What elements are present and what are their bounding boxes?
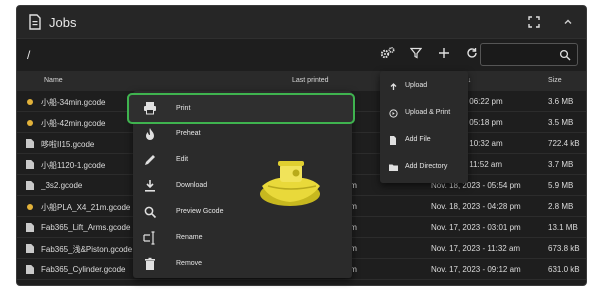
filter-icon[interactable] <box>408 45 424 61</box>
file-name: 小船-42min.gcode <box>41 119 106 128</box>
search-icon <box>559 48 571 66</box>
add-menu-label: Upload & Print <box>405 109 451 116</box>
size-cell: 722.4 kB <box>548 139 580 148</box>
trash-icon <box>143 257 157 271</box>
file-icon <box>26 244 34 253</box>
context-menu-label: Print <box>176 105 191 112</box>
size-cell: 5.9 MB <box>548 181 574 190</box>
search-icon <box>143 205 157 219</box>
add-folder-icon <box>389 163 398 172</box>
table-row[interactable]: 旧时猛大.gcode7:24 pmNov. 15, 2023 - 09:06 a… <box>17 280 586 285</box>
gcode-thumbnail-preview <box>260 161 320 206</box>
add-menu-label: Add Directory <box>405 163 448 170</box>
jobs-toolbar: / <box>17 39 586 71</box>
context-menu-label: Remove <box>176 260 203 267</box>
context-menu-label: Preview Gcode <box>176 208 224 215</box>
context-menu-label: Download <box>176 182 208 189</box>
rename-icon <box>143 231 157 245</box>
file-name: 哆啦II15.gcode <box>41 140 95 149</box>
search-input[interactable] <box>480 43 578 66</box>
file-name: Fab365_Cylinder.gcode <box>41 265 126 274</box>
column-header-name[interactable]: Name <box>44 77 63 84</box>
last-modified-cell: Nov. 17, 2023 - 09:12 am <box>431 265 521 274</box>
file-name: Fab365_Lift_Arms.gcode <box>41 223 131 232</box>
context-menu-item-print[interactable]: Print <box>127 93 355 124</box>
column-header-last-printed[interactable]: Last printed <box>292 77 329 84</box>
file-icon <box>26 160 34 169</box>
add-menu-label: Add File <box>405 136 431 143</box>
add-icon[interactable] <box>436 45 452 61</box>
file-name: 小船-34min.gcode <box>41 98 106 107</box>
context-menu-item-preheat[interactable]: Preheat <box>133 121 352 147</box>
settings-gears-icon[interactable] <box>380 45 396 61</box>
table-header: Name Last printed ified ↓ Size <box>17 71 586 91</box>
context-menu-label: Rename <box>176 234 203 241</box>
download-icon <box>143 179 157 193</box>
add-menu-item-upload-print[interactable]: Upload & Print <box>380 100 468 126</box>
collapse-chevron-icon[interactable] <box>560 14 576 30</box>
size-cell: 631.0 kB <box>548 265 580 274</box>
file-icon <box>26 181 34 190</box>
size-cell: 2.8 MB <box>548 202 574 211</box>
printer-icon <box>143 101 157 115</box>
current-path[interactable]: / <box>27 48 30 62</box>
fire-icon <box>143 127 157 141</box>
file-icon <box>26 265 34 274</box>
size-cell: 3.7 MB <box>548 160 574 169</box>
pencil-icon <box>143 153 157 167</box>
size-cell: 3.6 MB <box>548 97 574 106</box>
file-icon <box>26 223 34 232</box>
context-menu-item-remove[interactable]: Remove <box>133 251 352 277</box>
column-header-size[interactable]: Size <box>548 77 562 84</box>
refresh-icon[interactable] <box>464 45 480 61</box>
last-modified-cell: Nov. 17, 2023 - 03:01 pm <box>431 223 521 232</box>
gcode-file-icon <box>27 120 33 126</box>
gcode-file-icon <box>27 99 33 105</box>
add-menu: Upload Upload & Print Add File Add Director… <box>380 71 468 183</box>
size-cell: 3.5 MB <box>548 118 574 127</box>
panel-titlebar: Jobs <box>17 6 586 39</box>
document-icon <box>27 14 43 30</box>
add-menu-item-add-directory[interactable]: Add Directory <box>380 154 468 180</box>
last-modified-cell: Nov. 18, 2023 - 04:28 pm <box>431 202 521 211</box>
add-menu-label: Upload <box>405 82 428 89</box>
upload-icon <box>389 82 398 91</box>
last-modified-cell: Nov. 17, 2023 - 11:32 am <box>431 244 521 253</box>
size-cell: 13.1 MB <box>548 223 578 232</box>
upload-print-icon <box>389 109 398 118</box>
context-menu-item-rename[interactable]: Rename <box>133 225 352 251</box>
file-name: _3s2.gcode <box>41 181 83 190</box>
size-cell: 673.8 kB <box>548 244 580 253</box>
add-menu-item-upload[interactable]: Upload <box>380 73 468 99</box>
gcode-file-icon <box>27 204 33 210</box>
context-menu-label: Preheat <box>176 130 201 137</box>
file-icon <box>26 139 34 148</box>
add-menu-item-add-file[interactable]: Add File <box>380 127 468 153</box>
add-file-icon <box>389 136 398 145</box>
file-name: Fab365_浅&Piston.gcode <box>41 245 133 254</box>
file-name: 小船1120-1.gcode <box>41 161 106 170</box>
file-name: 小船PLA_X4_21m.gcode <box>41 203 131 212</box>
context-menu-label: Edit <box>176 156 189 163</box>
fullscreen-icon[interactable] <box>526 14 542 30</box>
panel-title: Jobs <box>49 14 77 30</box>
